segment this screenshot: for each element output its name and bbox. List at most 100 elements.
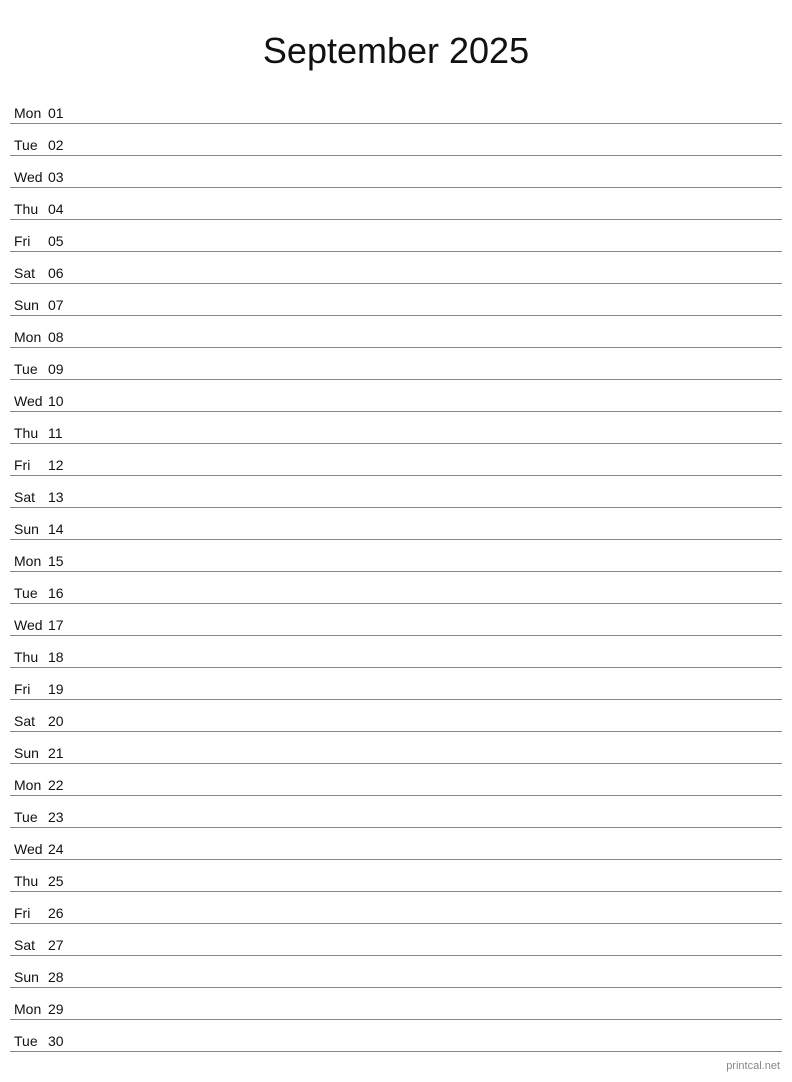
day-writing-line bbox=[76, 632, 782, 633]
day-number: 17 bbox=[48, 617, 76, 633]
day-name: Sat bbox=[10, 937, 48, 953]
day-writing-line bbox=[76, 152, 782, 153]
day-number: 11 bbox=[48, 425, 76, 441]
day-writing-line bbox=[76, 408, 782, 409]
day-writing-line bbox=[76, 184, 782, 185]
day-number: 13 bbox=[48, 489, 76, 505]
day-row: Sun14 bbox=[10, 508, 782, 540]
day-writing-line bbox=[76, 216, 782, 217]
day-name: Mon bbox=[10, 553, 48, 569]
day-name: Mon bbox=[10, 1001, 48, 1017]
day-name: Thu bbox=[10, 425, 48, 441]
day-row: Thu11 bbox=[10, 412, 782, 444]
day-writing-line bbox=[76, 504, 782, 505]
day-name: Sun bbox=[10, 969, 48, 985]
day-number: 30 bbox=[48, 1033, 76, 1049]
day-row: Sat27 bbox=[10, 924, 782, 956]
day-number: 23 bbox=[48, 809, 76, 825]
day-writing-line bbox=[76, 312, 782, 313]
day-writing-line bbox=[76, 120, 782, 121]
day-writing-line bbox=[76, 792, 782, 793]
day-name: Tue bbox=[10, 361, 48, 377]
day-number: 26 bbox=[48, 905, 76, 921]
day-writing-line bbox=[76, 888, 782, 889]
day-number: 19 bbox=[48, 681, 76, 697]
day-number: 05 bbox=[48, 233, 76, 249]
day-writing-line bbox=[76, 344, 782, 345]
day-number: 21 bbox=[48, 745, 76, 761]
day-number: 10 bbox=[48, 393, 76, 409]
day-name: Fri bbox=[10, 905, 48, 921]
day-name: Wed bbox=[10, 841, 48, 857]
day-name: Mon bbox=[10, 777, 48, 793]
day-name: Sun bbox=[10, 521, 48, 537]
day-writing-line bbox=[76, 952, 782, 953]
day-name: Thu bbox=[10, 201, 48, 217]
day-writing-line bbox=[76, 280, 782, 281]
day-row: Thu18 bbox=[10, 636, 782, 668]
day-row: Thu25 bbox=[10, 860, 782, 892]
day-row: Sat06 bbox=[10, 252, 782, 284]
day-writing-line bbox=[76, 760, 782, 761]
day-number: 22 bbox=[48, 777, 76, 793]
day-number: 28 bbox=[48, 969, 76, 985]
day-number: 02 bbox=[48, 137, 76, 153]
day-row: Mon15 bbox=[10, 540, 782, 572]
day-row: Sun28 bbox=[10, 956, 782, 988]
day-name: Mon bbox=[10, 105, 48, 121]
day-writing-line bbox=[76, 856, 782, 857]
day-name: Wed bbox=[10, 393, 48, 409]
day-row: Sun21 bbox=[10, 732, 782, 764]
day-number: 18 bbox=[48, 649, 76, 665]
day-row: Mon22 bbox=[10, 764, 782, 796]
day-row: Tue23 bbox=[10, 796, 782, 828]
day-name: Thu bbox=[10, 873, 48, 889]
day-row: Fri12 bbox=[10, 444, 782, 476]
day-number: 03 bbox=[48, 169, 76, 185]
day-writing-line bbox=[76, 376, 782, 377]
day-name: Fri bbox=[10, 681, 48, 697]
day-row: Wed03 bbox=[10, 156, 782, 188]
day-name: Wed bbox=[10, 169, 48, 185]
day-writing-line bbox=[76, 664, 782, 665]
day-writing-line bbox=[76, 920, 782, 921]
day-row: Fri19 bbox=[10, 668, 782, 700]
day-writing-line bbox=[76, 600, 782, 601]
day-row: Wed10 bbox=[10, 380, 782, 412]
day-name: Fri bbox=[10, 233, 48, 249]
day-number: 04 bbox=[48, 201, 76, 217]
day-writing-line bbox=[76, 1048, 782, 1049]
calendar-page: September 2025 Mon01Tue02Wed03Thu04Fri05… bbox=[0, 0, 792, 1082]
day-number: 08 bbox=[48, 329, 76, 345]
day-number: 14 bbox=[48, 521, 76, 537]
day-number: 16 bbox=[48, 585, 76, 601]
day-writing-line bbox=[76, 248, 782, 249]
calendar-title: September 2025 bbox=[10, 20, 782, 72]
day-row: Mon01 bbox=[10, 92, 782, 124]
day-row: Mon08 bbox=[10, 316, 782, 348]
day-number: 01 bbox=[48, 105, 76, 121]
day-row: Fri26 bbox=[10, 892, 782, 924]
day-name: Tue bbox=[10, 809, 48, 825]
day-row: Mon29 bbox=[10, 988, 782, 1020]
day-number: 20 bbox=[48, 713, 76, 729]
day-number: 25 bbox=[48, 873, 76, 889]
day-writing-line bbox=[76, 472, 782, 473]
day-row: Tue16 bbox=[10, 572, 782, 604]
day-name: Sun bbox=[10, 745, 48, 761]
day-row: Thu04 bbox=[10, 188, 782, 220]
day-row: Wed17 bbox=[10, 604, 782, 636]
day-writing-line bbox=[76, 568, 782, 569]
day-writing-line bbox=[76, 1016, 782, 1017]
day-writing-line bbox=[76, 440, 782, 441]
day-row: Fri05 bbox=[10, 220, 782, 252]
day-name: Tue bbox=[10, 585, 48, 601]
day-number: 15 bbox=[48, 553, 76, 569]
day-writing-line bbox=[76, 824, 782, 825]
day-number: 29 bbox=[48, 1001, 76, 1017]
day-row: Sat20 bbox=[10, 700, 782, 732]
day-number: 07 bbox=[48, 297, 76, 313]
day-row: Tue09 bbox=[10, 348, 782, 380]
day-writing-line bbox=[76, 536, 782, 537]
day-number: 06 bbox=[48, 265, 76, 281]
